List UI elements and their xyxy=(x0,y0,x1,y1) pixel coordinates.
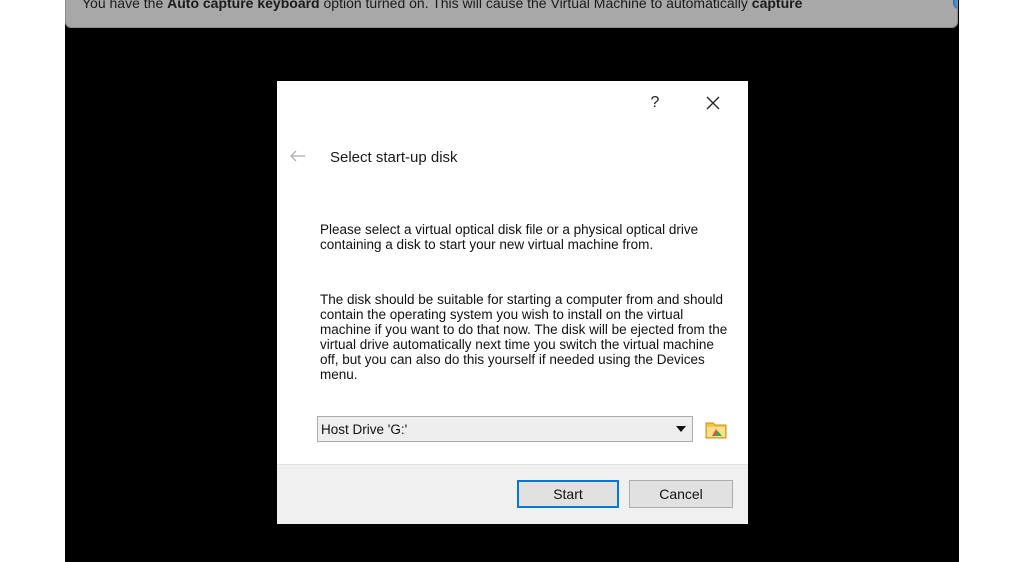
start-button[interactable]: Start xyxy=(517,480,619,508)
info-icon[interactable] xyxy=(953,0,958,10)
description-paragraph-2: The disk should be suitable for starting… xyxy=(320,292,728,382)
startup-disk-selector[interactable]: Host Drive 'G:' xyxy=(317,416,693,442)
description-paragraph-1: Please select a virtual optical disk fil… xyxy=(320,222,699,252)
dialog-button-bar: Start Cancel xyxy=(277,464,748,524)
select-startup-disk-dialog: ? Select start-up disk Please select a v… xyxy=(277,81,748,524)
auto-capture-notification: You have the Auto capture keyboard optio… xyxy=(65,0,958,28)
chevron-down-icon xyxy=(676,426,686,432)
cancel-button[interactable]: Cancel xyxy=(629,480,733,508)
capture-word: capture xyxy=(751,0,803,11)
help-button[interactable]: ? xyxy=(643,91,667,115)
close-icon[interactable] xyxy=(701,91,725,115)
page-title: Select start-up disk xyxy=(330,149,458,166)
back-arrow-icon[interactable] xyxy=(288,148,306,164)
selected-disk: Host Drive 'G:' xyxy=(321,422,408,437)
notification-text: You have the Auto capture keyboard optio… xyxy=(82,0,802,11)
option-name: Auto capture keyboard xyxy=(167,0,320,11)
folder-icon[interactable] xyxy=(704,418,728,440)
